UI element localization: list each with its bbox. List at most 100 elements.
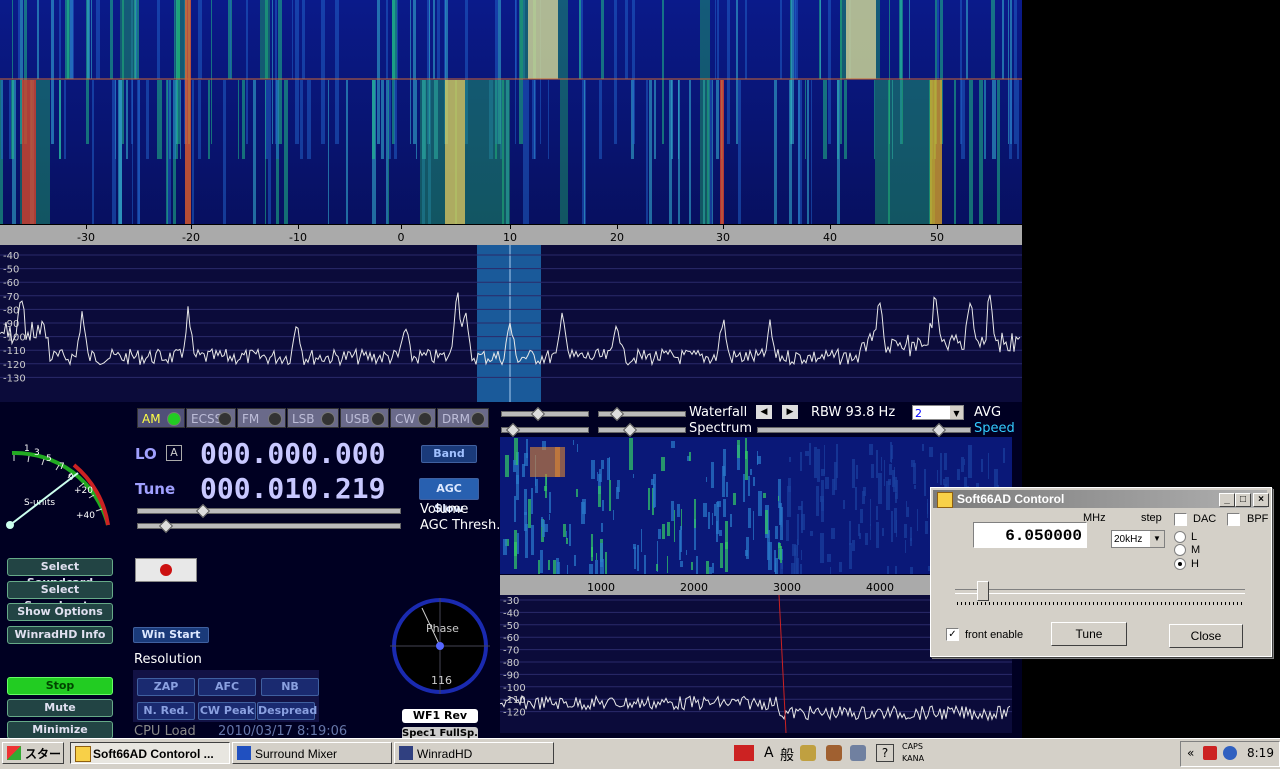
left-button-select-samplerate[interactable]: Select Samplerate (7, 581, 113, 612)
close-icon[interactable]: × (1253, 493, 1269, 507)
led-icon (218, 412, 232, 426)
dsp-button-despread[interactable]: Despread (257, 702, 317, 720)
mode-button-fm[interactable]: FM (237, 408, 286, 428)
soft66ad-dialog: Soft66AD Contorol _ □ × MHz 6.050000 ste… (930, 487, 1272, 657)
mode-button-lsb[interactable]: LSB (287, 408, 339, 428)
axis-tick-label: 1000 (587, 581, 615, 594)
help-icon[interactable]: ? (876, 744, 894, 762)
close-button[interactable]: Close (1169, 624, 1243, 648)
led-icon (371, 412, 385, 426)
wf1-rev-button[interactable]: WF1 Rev (402, 709, 478, 723)
dsp-button-afc[interactable]: AFC (198, 678, 256, 696)
mode-label: DRM (442, 412, 470, 426)
record-button[interactable] (135, 558, 197, 582)
slider-ticks (957, 602, 1245, 605)
dialog-titlebar[interactable]: Soft66AD Contorol _ □ × (933, 490, 1269, 508)
dsp-button-cw-peak[interactable]: CW Peak (198, 702, 256, 720)
tune-frequency-display[interactable]: 000.010.219 (200, 472, 385, 505)
mode-label: LSB (292, 412, 315, 426)
agc-thresh-slider[interactable] (137, 523, 401, 529)
rbw-label: RBW 93.8 Hz (811, 405, 896, 420)
radio-h[interactable] (1174, 558, 1186, 570)
axis-tick (617, 225, 618, 229)
db-label: -100 (503, 683, 526, 694)
frequency-slider-thumb[interactable] (977, 581, 989, 601)
resolution-label: Resolution (134, 652, 202, 667)
volume-slider[interactable] (137, 508, 401, 514)
front-enable-checkbox[interactable]: ✓ (946, 628, 959, 641)
waterfall-label: Waterfall (689, 405, 748, 420)
dac-checkbox[interactable] (1174, 513, 1187, 526)
band-button[interactable]: Band (421, 445, 477, 463)
radio-l[interactable] (1174, 531, 1186, 543)
main-spectrum[interactable]: -40-50-60-70-80-90-100-110-120-130 (0, 245, 1022, 402)
lo-frequency-display[interactable]: 000.000.000 (200, 437, 385, 470)
smeter-tick: 1 (24, 444, 30, 454)
ime-icon[interactable] (734, 745, 754, 761)
kana-indicator: KANA (902, 754, 925, 763)
network-icon[interactable] (1223, 746, 1237, 760)
spec-fullsp-button[interactable]: Spec1 FullSp. (402, 727, 478, 738)
dsp-button-zap[interactable]: ZAP (137, 678, 195, 696)
axis-tick-label: 30 (716, 231, 730, 244)
ime-dict-icon[interactable] (826, 745, 842, 761)
minimize-button[interactable]: Minimize (7, 721, 113, 739)
axis-tick (830, 225, 831, 229)
scroll-right-button[interactable]: ▶ (782, 405, 798, 419)
db-label: -70 (503, 646, 519, 657)
ime-mode-a[interactable]: A (764, 745, 774, 761)
phase-dial[interactable]: Phase 116 (388, 596, 492, 696)
task-label: Surround Mixer (255, 747, 338, 761)
mute-button[interactable]: Mute (7, 699, 113, 717)
dsp-button-n-red-[interactable]: N. Red. (137, 702, 195, 720)
avg-select[interactable]: 2 ▼ (912, 405, 964, 420)
phase-value: 116 (431, 674, 452, 687)
left-button-show-options[interactable]: Show Options (7, 603, 113, 621)
minimize-icon[interactable]: _ (1219, 493, 1235, 507)
bpf-checkbox[interactable] (1227, 513, 1240, 526)
mode-button-usb[interactable]: USB (340, 408, 389, 428)
cpu-load-label: CPU Load (134, 724, 196, 739)
ime-mode-general[interactable]: 般 (780, 745, 794, 765)
tune-button[interactable]: Tune (1051, 622, 1127, 646)
frequency-input[interactable]: 6.050000 (973, 522, 1087, 548)
task-label: Soft66AD Contorol ... (93, 747, 214, 761)
volume-label: Volume (420, 502, 469, 517)
chevron-left-icon[interactable]: « (1187, 746, 1194, 760)
spectrum-label: Spectrum (689, 421, 752, 436)
ime-props-icon[interactable] (850, 745, 866, 761)
scroll-left-button[interactable]: ◀ (756, 405, 772, 419)
dsp-button-nb[interactable]: NB (261, 678, 319, 696)
db-label: -50 (3, 265, 19, 276)
mode-label: AM (142, 412, 161, 426)
left-button-select-soundcard[interactable]: Select Soundcard (7, 558, 113, 589)
task-winradhd[interactable]: WinradHD (394, 742, 554, 764)
db-label: -110 (3, 346, 26, 357)
agc-button[interactable]: AGC Slow (419, 478, 479, 515)
ime-tool-icon[interactable] (800, 745, 816, 761)
security-icon[interactable] (1203, 746, 1217, 760)
app-icon (937, 492, 953, 508)
task-surround-mixer[interactable]: Surround Mixer (232, 742, 392, 764)
lo-badge[interactable]: A (166, 445, 182, 461)
mode-button-cw[interactable]: CW (390, 408, 436, 428)
start-label: スタート (25, 747, 63, 761)
chevron-down-icon: ▼ (950, 406, 963, 419)
clock[interactable]: 8:19 (1247, 746, 1274, 760)
mode-button-am[interactable]: AM (137, 408, 185, 428)
mode-button-drm[interactable]: DRM (437, 408, 489, 428)
frequency-slider[interactable] (955, 589, 1245, 594)
maximize-icon[interactable]: □ (1235, 493, 1251, 507)
mode-button-ecss[interactable]: ECSS (186, 408, 236, 428)
start-button[interactable]: スタート (2, 742, 64, 764)
main-waterfall[interactable] (0, 0, 1022, 224)
win-start-button[interactable]: Win Start (133, 627, 209, 643)
stop-button[interactable]: Stop (7, 677, 113, 695)
s-meter: 1 3 5 7 9 +20 +40 S-units (6, 444, 110, 529)
radio-m[interactable] (1174, 544, 1186, 556)
task-soft66ad[interactable]: Soft66AD Contorol ... (70, 742, 230, 764)
step-select[interactable]: 20kHz ▼ (1111, 530, 1165, 548)
spectrum-slider-2[interactable] (598, 427, 686, 433)
left-button-winradhd-info[interactable]: WinradHD Info (7, 626, 113, 644)
radio-m-label: M (1191, 544, 1201, 556)
